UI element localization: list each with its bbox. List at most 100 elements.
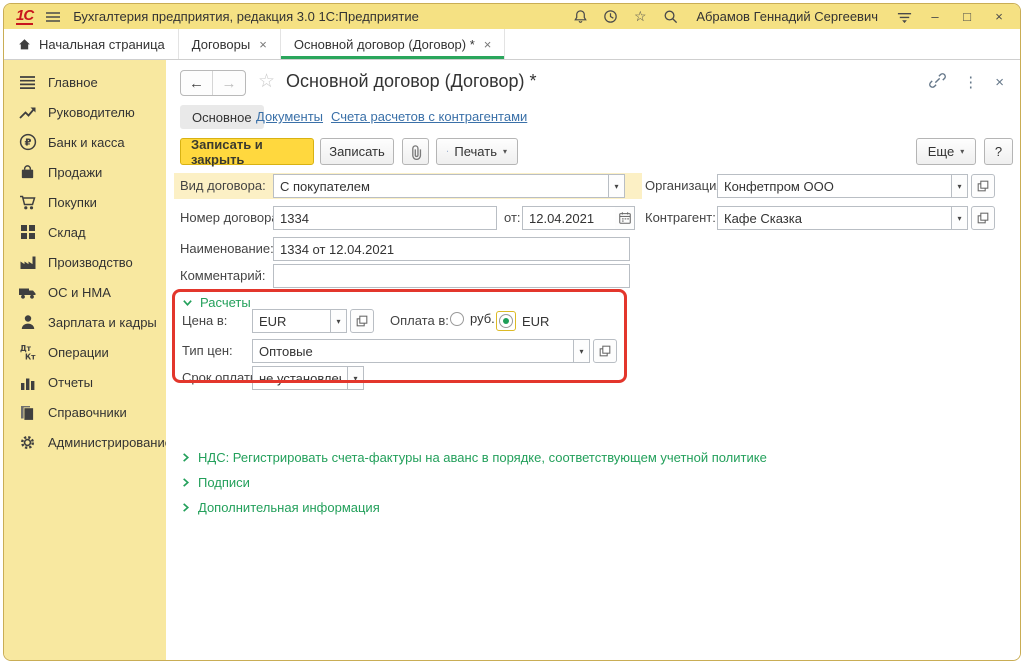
name-field-group bbox=[273, 237, 630, 261]
contract-form-panel: ← → ☆ Основной договор (Договор) * ⋮ × О… bbox=[166, 60, 1020, 660]
dropdown-arrow-icon[interactable]: ▾ bbox=[330, 309, 347, 333]
section-nds-header[interactable]: НДС: Регистрировать счета-фактуры на ава… bbox=[180, 450, 767, 465]
navtab-dokumenty[interactable]: Документы bbox=[256, 109, 323, 124]
dropdown-arrow-icon[interactable]: ▾ bbox=[951, 174, 968, 198]
history-nav-group: ← → bbox=[180, 70, 246, 96]
maximize-button[interactable]: □ bbox=[956, 9, 978, 24]
navtab-scheta-raschetov[interactable]: Счета расчетов с контрагентами bbox=[331, 109, 527, 124]
app-window: 1С Бухгалтерия предприятия, редакция 3.0… bbox=[3, 3, 1021, 661]
barchart-icon bbox=[18, 373, 37, 391]
section-dop-info-header[interactable]: Дополнительная информация bbox=[180, 500, 380, 515]
app-title: Бухгалтерия предприятия, редакция 3.0 1С… bbox=[73, 9, 419, 24]
sidebar-item-rukovoditelyu[interactable]: Руководителю bbox=[4, 97, 166, 127]
organization-field-group: ▾ bbox=[717, 174, 995, 198]
sidebar-item-spravochniki[interactable]: Справочники bbox=[4, 397, 166, 427]
organization-input[interactable] bbox=[717, 174, 951, 198]
page-title: Основной договор (Договор) * bbox=[286, 71, 537, 92]
comment-input[interactable] bbox=[273, 264, 630, 288]
chevron-right-icon bbox=[180, 477, 191, 488]
payment-in-label: Оплата в: bbox=[390, 313, 449, 328]
sidebar-item-proizvodstvo[interactable]: Производство bbox=[4, 247, 166, 277]
history-icon[interactable] bbox=[600, 7, 620, 27]
user-menu[interactable]: Абрамов Геннадий Сергеевич bbox=[696, 9, 878, 24]
more-menu-kebab-icon[interactable]: ⋮ bbox=[963, 75, 978, 91]
navtab-osnovnoe[interactable]: Основное bbox=[180, 105, 264, 129]
chevron-down-icon: ▾ bbox=[960, 147, 964, 156]
price-type-input[interactable] bbox=[252, 339, 573, 363]
sidebar-item-glavnoe[interactable]: Главное bbox=[4, 67, 166, 97]
sidebar-item-zarplata-i-kadry[interactable]: Зарплата и кадры bbox=[4, 307, 166, 337]
name-input[interactable] bbox=[273, 237, 630, 261]
close-tab-icon[interactable]: × bbox=[484, 37, 492, 52]
1c-logo: 1С bbox=[16, 9, 33, 25]
comment-label: Комментарий: bbox=[180, 268, 266, 283]
sidebar-item-operacii[interactable]: ДтКт Операции bbox=[4, 337, 166, 367]
open-organization-button[interactable] bbox=[971, 174, 995, 198]
sidebar-item-otchety[interactable]: Отчеты bbox=[4, 367, 166, 397]
dropdown-arrow-icon[interactable]: ▾ bbox=[608, 174, 625, 198]
gear-icon bbox=[18, 433, 37, 451]
tab-home[interactable]: Начальная страница bbox=[4, 29, 179, 59]
add-to-favorites-star-icon[interactable]: ☆ bbox=[258, 70, 275, 93]
counterparty-label: Контрагент: bbox=[645, 210, 716, 225]
tab-dogovory[interactable]: Договоры × bbox=[179, 29, 281, 59]
close-window-button[interactable]: × bbox=[988, 9, 1010, 24]
sidebar-item-sklad[interactable]: Склад bbox=[4, 217, 166, 247]
contract-number-label: Номер договора: bbox=[180, 210, 282, 225]
counterparty-input[interactable] bbox=[717, 206, 951, 230]
contract-number-input[interactable] bbox=[273, 206, 497, 230]
contract-date-input[interactable] bbox=[522, 206, 615, 230]
favorites-star-icon[interactable]: ☆ bbox=[630, 7, 650, 27]
more-actions-button[interactable]: Еще ▾ bbox=[916, 138, 976, 165]
notifications-bell-icon[interactable] bbox=[570, 7, 590, 27]
payment-in-rub-option[interactable]: руб. bbox=[450, 311, 495, 326]
section-raschety-header[interactable]: Расчеты bbox=[182, 295, 251, 310]
dropdown-arrow-icon[interactable]: ▾ bbox=[951, 206, 968, 230]
attachments-button[interactable] bbox=[402, 138, 429, 165]
contract-date-field-group bbox=[522, 206, 635, 230]
paperclip-icon bbox=[408, 144, 424, 160]
sidebar-item-os-i-nma[interactable]: ОС и НМА bbox=[4, 277, 166, 307]
dropdown-arrow-icon[interactable]: ▾ bbox=[347, 366, 364, 390]
tab-osnovnoy-dogovor[interactable]: Основной договор (Договор) * × bbox=[281, 29, 506, 59]
open-price-type-button[interactable] bbox=[593, 339, 617, 363]
sidebar-item-pokupki[interactable]: Покупки bbox=[4, 187, 166, 217]
calendar-icon[interactable] bbox=[615, 206, 635, 230]
title-bar: 1С Бухгалтерия предприятия, редакция 3.0… bbox=[4, 4, 1020, 29]
contract-type-input[interactable] bbox=[273, 174, 608, 198]
price-in-input[interactable] bbox=[252, 309, 330, 333]
save-button[interactable]: Записать bbox=[320, 138, 394, 165]
open-counterparty-button[interactable] bbox=[971, 206, 995, 230]
minimize-button[interactable]: – bbox=[924, 9, 946, 24]
sidebar-item-bank-i-kassa[interactable]: ₽ Банк и касса bbox=[4, 127, 166, 157]
sections-sidebar: Главное Руководителю ₽ Банк и касса Прод… bbox=[4, 60, 166, 660]
help-button[interactable]: ? bbox=[984, 138, 1013, 165]
main-menu-icon[interactable] bbox=[43, 7, 63, 27]
radio-eur[interactable] bbox=[499, 314, 513, 328]
service-menu-icon[interactable] bbox=[894, 7, 914, 27]
close-tab-icon[interactable]: × bbox=[259, 37, 267, 52]
radio-rub[interactable] bbox=[450, 312, 464, 326]
payment-term-input[interactable] bbox=[252, 366, 347, 390]
payment-in-eur-option[interactable]: EUR bbox=[496, 311, 549, 331]
get-link-icon[interactable] bbox=[929, 72, 946, 93]
close-form-icon[interactable]: × bbox=[995, 75, 1004, 91]
home-icon bbox=[17, 37, 32, 51]
contract-number-field-group bbox=[273, 206, 497, 230]
truck-icon bbox=[18, 283, 37, 301]
sidebar-item-prodazhi[interactable]: Продажи bbox=[4, 157, 166, 187]
forward-button[interactable]: → bbox=[213, 71, 245, 95]
save-and-close-button[interactable]: Записать и закрыть bbox=[180, 138, 314, 165]
section-podpisi-header[interactable]: Подписи bbox=[180, 475, 250, 490]
price-type-field-group: ▾ bbox=[252, 339, 617, 363]
printer-icon bbox=[447, 144, 448, 159]
back-button[interactable]: ← bbox=[181, 71, 213, 95]
open-icon bbox=[976, 211, 990, 225]
print-button[interactable]: Печать ▾ bbox=[436, 138, 518, 165]
open-currency-button[interactable] bbox=[350, 309, 374, 333]
sidebar-item-administrirovanie[interactable]: Администрирование bbox=[4, 427, 166, 457]
cart-icon bbox=[18, 193, 37, 211]
search-icon[interactable] bbox=[660, 7, 680, 27]
payment-term-field-group: ▾ bbox=[252, 366, 364, 390]
dropdown-arrow-icon[interactable]: ▾ bbox=[573, 339, 590, 363]
